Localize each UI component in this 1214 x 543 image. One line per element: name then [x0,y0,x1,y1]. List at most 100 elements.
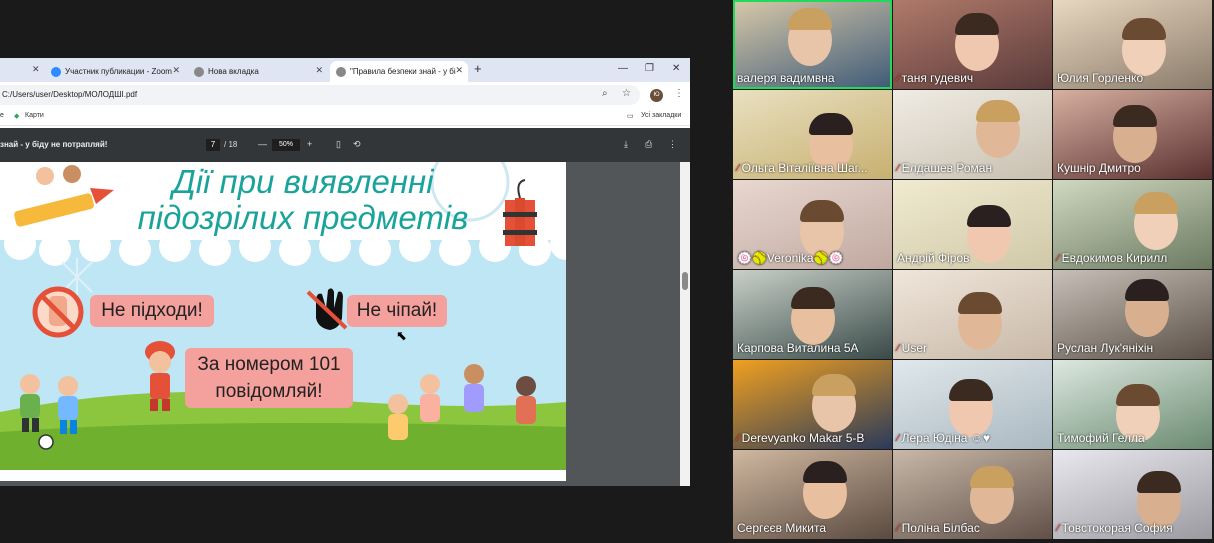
minimize-icon[interactable]: — [618,63,628,74]
participant-name-text: User [901,341,928,355]
zoom-level[interactable]: 50% [272,139,300,151]
next-page-edge [0,470,566,481]
participant-video-hair [803,461,847,483]
muted-mic-icon: ⁄ [897,432,899,444]
page-number-input[interactable]: 7 [206,139,220,151]
participant-name-text: Derevyanko Makar 5-В [741,431,865,445]
star-icon[interactable]: ☆ [622,88,631,99]
participant-tile[interactable]: 🍥🥎Veronika🥎🍥 [733,180,892,269]
participant-name: валеря вадимвна [737,71,835,85]
participant-video-hair [967,205,1011,227]
close-icon[interactable]: ✕ [32,64,40,75]
participant-video-hair [800,200,844,222]
bookmark-maps[interactable]: Карти [25,112,44,119]
participant-video-hair [809,113,853,135]
participant-name: Карпова Виталина 5А [737,341,859,355]
participant-name-text: валеря вадимвна [737,71,835,85]
tab-label: "Правила безпеки знай - у бі [350,67,456,76]
slide-title-line2: підозрілих предметів [137,199,469,236]
pdf-toolbar: знай - у біду не потрапляй! 7 / 18 — 50%… [0,128,690,162]
participant-name-text: таня гудевич [901,71,974,85]
tab-zoom[interactable]: Участник публикации - Zoom ✕ [45,61,185,82]
profile-avatar[interactable]: Ю [650,89,663,102]
participant-name: ⁄ Лера Юдіна ☺♥ [897,431,990,445]
url-input[interactable]: C:/Users/user/Desktop/МОЛОДШІ.pdf [0,85,640,105]
participant-name: Сергєєв Микита [737,521,826,535]
participant-video-hair [976,100,1020,122]
participant-tile[interactable]: валеря вадимвна [733,0,892,89]
restore-icon[interactable]: ❐ [645,63,654,74]
participant-tile[interactable]: ⁄ Лера Юдіна ☺♥ [893,360,1052,449]
rule-call-101: За номером 101 повідомляй! [185,348,353,408]
participant-tile[interactable]: ⁄ таня гудевич [893,0,1052,89]
participant-tile[interactable]: ⁄ Ольга Віталіївна Шаг... [733,90,892,179]
url-text: C:/Users/user/Desktop/МОЛОДШІ.pdf [2,90,138,99]
participant-tile[interactable]: ⁄ User [893,270,1052,359]
close-icon[interactable]: ✕ [315,65,323,76]
participant-name-text: Руслан Лук'яніхін [1057,341,1154,355]
participant-video-hair [1116,384,1160,406]
participant-name-text: Елдашев Роман [901,161,993,175]
participant-tile[interactable]: ⁄ Елдашев Роман [893,90,1052,179]
participant-video-hair [1113,105,1157,127]
tab-label: Участник публикации - Zoom [65,67,172,76]
zoom-lens-icon[interactable]: ⌕ [602,88,608,99]
participant-name: ⁄ Товстокорая София [1057,521,1173,535]
close-icon[interactable]: ✕ [455,65,463,76]
participant-name-text: 🍥🥎Veronika🥎🍥 [737,251,844,265]
muted-mic-icon: ⁄ [897,522,899,534]
participant-tile[interactable]: Юлия Горленко [1053,0,1212,89]
print-icon[interactable]: ⎙ [645,139,652,150]
rule-dont-approach: Не підходи! [90,295,214,327]
pdf-viewer: знай - у біду не потрапляй! 7 / 18 — 50%… [0,128,690,486]
muted-mic-icon: ⁄ [897,162,899,174]
rotate-icon[interactable]: ⟲ [353,139,361,150]
pdf-scroll-thumb[interactable] [682,272,688,290]
participant-name: ⁄ User [897,341,927,355]
pdf-scrollbar[interactable] [680,162,690,486]
tab-bar: ✕ Участник публикации - Zoom ✕ Нова вкла… [0,58,690,82]
participant-name: ⁄ таня гудевич [897,71,973,85]
slide-title: Дії при виявленні підозрілих предметів [0,164,566,236]
participant-tile[interactable]: Кушнір Дмитро [1053,90,1212,179]
tab-new[interactable]: Нова вкладка ✕ [188,61,328,82]
participant-name-text: Сергєєв Микита [737,521,827,535]
participant-video-hair [958,292,1002,314]
participant-tile[interactable]: Андрій Фіров [893,180,1052,269]
participant-tile[interactable]: Тимофий Гелла [1053,360,1212,449]
participant-tile[interactable]: Карпова Виталина 5А [733,270,892,359]
participant-name-text: Ольга Віталіївна Шаг... [741,161,868,175]
zoom-in-button[interactable]: + [307,139,312,149]
fit-page-icon[interactable]: ▯ [336,139,341,150]
menu-dots-icon[interactable]: ⋮ [674,88,684,99]
download-icon[interactable]: ⤓ [624,139,628,150]
new-tab-button[interactable]: + [474,61,482,76]
participant-tile[interactable]: Руслан Лук'яніхін [1053,270,1212,359]
address-bar: C:/Users/user/Desktop/МОЛОДШІ.pdf ⌕ ☆ Ю … [0,82,690,108]
bookmark-fragment-icon: е [0,112,4,119]
participant-tile[interactable]: ⁄ Товстокорая София [1053,450,1212,539]
participant-name-text: Карпова Виталина 5А [737,341,859,355]
pdf-page: Дії при виявленні підозрілих предметів Н… [0,162,566,470]
participant-name: ⁄ Елдашев Роман [897,161,992,175]
tab-pdf[interactable]: "Правила безпеки знай - у бі ✕ [330,61,468,82]
participant-tile[interactable]: ⁄ Поліна Білбас [893,450,1052,539]
zoom-out-button[interactable]: — [258,139,267,149]
all-bookmarks[interactable]: Усі закладки [641,112,681,119]
participant-tile[interactable]: ⁄ Derevyanko Makar 5-В [733,360,892,449]
participant-name: Руслан Лук'яніхін [1057,341,1153,355]
participant-name-text: Поліна Білбас [901,521,980,535]
participant-video-hair [812,374,856,396]
close-icon[interactable]: ✕ [172,65,180,76]
participant-name-text: Тимофий Гелла [1057,431,1145,445]
participant-tile[interactable]: ⁄ Евдокимов Кирилл [1053,180,1212,269]
participant-tile[interactable]: Сергєєв Микита [733,450,892,539]
more-options-icon[interactable]: ⋮ [668,139,677,150]
participant-name: Андрій Фіров [897,251,970,265]
folder-icon: ▭ [627,113,634,120]
close-window-icon[interactable]: ✕ [672,63,680,74]
participant-video-hair [1137,471,1181,493]
participant-name-text: Лера Юдіна ☺♥ [901,431,991,445]
rule-call-101-line1: За номером 101 [197,354,341,375]
muted-mic-icon: ⁄ [737,432,739,444]
